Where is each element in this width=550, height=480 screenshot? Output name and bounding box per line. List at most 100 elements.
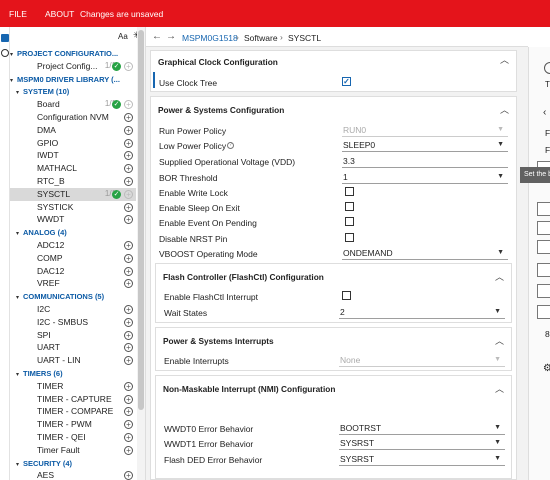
flash-ded-select[interactable]: SYSRST ▼ bbox=[339, 453, 505, 466]
tree-item-timer-pwm[interactable]: TIMER - PWM + bbox=[10, 418, 136, 431]
add-icon[interactable]: + bbox=[124, 151, 133, 161]
use-clock-tree-checkbox[interactable]: ✓ bbox=[342, 77, 351, 86]
vboost-select[interactable]: ONDEMAND ▼ bbox=[342, 247, 508, 260]
tree-group-analog[interactable]: ▾ ANALOG (4) bbox=[10, 226, 136, 239]
tree-item-spi[interactable]: SPI + bbox=[10, 329, 136, 342]
tree-item-adc12[interactable]: ADC12 + bbox=[10, 239, 136, 252]
add-icon[interactable]: + bbox=[124, 471, 133, 480]
add-icon[interactable]: + bbox=[124, 61, 133, 71]
tree-item-gpio[interactable]: GPIO + bbox=[10, 137, 136, 150]
tree-item-timer[interactable]: TIMER + bbox=[10, 380, 136, 393]
add-icon[interactable]: + bbox=[124, 164, 133, 174]
panel-box[interactable] bbox=[537, 263, 550, 277]
add-icon[interactable]: + bbox=[124, 394, 133, 404]
panel-box[interactable] bbox=[537, 240, 550, 254]
tree-item-aes[interactable]: AES + bbox=[10, 469, 136, 480]
tree-item-rtc-b[interactable]: RTC_B + bbox=[10, 175, 136, 188]
tree-group-timer[interactable]: ▾ TIMERS (6) bbox=[10, 367, 136, 380]
add-icon[interactable]: + bbox=[124, 445, 133, 455]
tree-item-systick[interactable]: SYSTICK + bbox=[10, 201, 136, 214]
tree-item-timer-compare[interactable]: TIMER - COMPARE + bbox=[10, 405, 136, 418]
collapse-chevron-icon[interactable]: ︿ bbox=[495, 270, 504, 283]
collapse-chevron-icon[interactable]: ︿ bbox=[500, 53, 509, 66]
write-lock-checkbox[interactable] bbox=[345, 187, 354, 196]
add-icon[interactable]: + bbox=[124, 433, 133, 442]
tree-scroll-thumb[interactable] bbox=[138, 30, 144, 410]
tree-group-comms[interactable]: ▾ COMMUNICATIONS (5) bbox=[10, 290, 136, 303]
tree-item-uart-lin[interactable]: UART - LIN + bbox=[10, 354, 136, 367]
about-menu[interactable]: ABOUT bbox=[45, 9, 74, 19]
add-icon[interactable]: + bbox=[124, 215, 133, 225]
add-icon[interactable]: + bbox=[124, 330, 133, 340]
add-icon[interactable]: + bbox=[124, 381, 133, 391]
tree-item-wwdt[interactable]: WWDT + bbox=[10, 213, 136, 226]
bor-threshold-select[interactable]: 1 ▼ bbox=[342, 171, 508, 184]
add-icon[interactable]: + bbox=[124, 317, 133, 327]
tree-item-dac12[interactable]: DAC12 + bbox=[10, 265, 136, 278]
tree-item-sysctl[interactable]: SYSCTL 1/1 ✓ + bbox=[10, 187, 136, 201]
add-icon[interactable]: + bbox=[124, 138, 133, 148]
chevron-left-icon[interactable]: ‹ bbox=[543, 107, 546, 118]
panel-box[interactable] bbox=[537, 284, 550, 298]
tree-item-timer-capture[interactable]: TIMER - CAPTURE + bbox=[10, 393, 136, 406]
tree-group-project[interactable]: ▾ PROJECT CONFIGURATIO... bbox=[10, 47, 136, 60]
vdd-input[interactable]: 3.3 bbox=[342, 155, 508, 168]
flashctl-interrupt-checkbox[interactable] bbox=[342, 291, 351, 300]
add-icon[interactable]: + bbox=[124, 189, 133, 199]
help-icon[interactable]: ? bbox=[227, 142, 234, 149]
add-icon[interactable]: + bbox=[124, 343, 133, 353]
wwdt0-select[interactable]: BOOTRST ▼ bbox=[339, 422, 505, 435]
collapse-chevron-icon[interactable]: ︿ bbox=[495, 334, 504, 347]
tree-item-project-config[interactable]: Project Config... 1/1 ✓ + bbox=[10, 60, 136, 73]
breadcrumb-device[interactable]: MSPM0G1518 bbox=[182, 33, 238, 43]
sleep-on-exit-checkbox[interactable] bbox=[345, 202, 354, 211]
add-icon[interactable]: + bbox=[124, 279, 133, 289]
tree-group-system[interactable]: ▾ SYSTEM (10) bbox=[10, 85, 136, 98]
add-icon[interactable]: + bbox=[124, 356, 133, 366]
tree-item-uart[interactable]: UART + bbox=[10, 341, 136, 354]
tree-item-comp[interactable]: COMP + bbox=[10, 252, 136, 265]
tree-item-board[interactable]: Board 1/1 ✓ + bbox=[10, 98, 136, 111]
match-case-button[interactable]: Aa bbox=[118, 32, 128, 41]
add-icon[interactable]: + bbox=[124, 420, 133, 430]
add-icon[interactable]: + bbox=[124, 177, 133, 186]
disable-nrst-checkbox[interactable] bbox=[345, 233, 354, 242]
gear-icon[interactable]: ⚙ bbox=[543, 363, 550, 374]
tree-group-security[interactable]: ▾ SECURITY (4) bbox=[10, 457, 136, 470]
tree-item-configuration-nvm[interactable]: Configuration NVM + bbox=[10, 111, 136, 124]
forward-arrow-icon[interactable]: → bbox=[166, 31, 176, 42]
add-icon[interactable]: + bbox=[124, 125, 133, 135]
wwdt1-select[interactable]: SYSRST ▼ bbox=[339, 437, 505, 450]
breadcrumb-section[interactable]: Software bbox=[244, 33, 278, 43]
panel-box[interactable] bbox=[537, 221, 550, 235]
tree-item-i2c-smbus[interactable]: I2C - SMBUS + bbox=[10, 316, 136, 329]
tree-item-vref[interactable]: VREF + bbox=[10, 277, 136, 290]
run-power-policy-select[interactable]: RUN0 ▼ bbox=[342, 124, 508, 137]
add-icon[interactable]: + bbox=[124, 253, 133, 263]
back-arrow-icon[interactable]: ← bbox=[152, 31, 162, 42]
wait-states-select[interactable]: 2 ▼ bbox=[339, 306, 505, 319]
tree-item-iwdt[interactable]: IWDT + bbox=[10, 149, 136, 162]
event-on-pending-checkbox[interactable] bbox=[345, 217, 354, 226]
add-icon[interactable]: + bbox=[124, 100, 133, 110]
file-menu[interactable]: FILE bbox=[9, 9, 27, 19]
add-icon[interactable]: + bbox=[124, 241, 133, 250]
panel-box[interactable] bbox=[537, 305, 550, 319]
enable-interrupts-select[interactable]: None ▼ bbox=[339, 354, 505, 367]
tree-item-i2c[interactable]: I2C + bbox=[10, 303, 136, 316]
tree-item-mathacl[interactable]: MATHACL + bbox=[10, 162, 136, 175]
panel-box[interactable] bbox=[537, 202, 550, 216]
tree-item-dma[interactable]: DMA + bbox=[10, 124, 136, 137]
info-icon[interactable] bbox=[544, 62, 550, 74]
add-icon[interactable]: + bbox=[124, 266, 133, 276]
tree-item-timer-fault[interactable]: Timer Fault + bbox=[10, 444, 136, 457]
low-power-policy-select[interactable]: SLEEP0 ▼ bbox=[342, 139, 508, 152]
collapse-chevron-icon[interactable]: ︿ bbox=[500, 103, 509, 116]
add-icon[interactable]: + bbox=[124, 202, 133, 212]
add-icon[interactable]: + bbox=[124, 113, 133, 122]
add-icon[interactable]: + bbox=[124, 305, 133, 314]
tree-item-timer-qei[interactable]: TIMER - QEI + bbox=[10, 431, 136, 444]
collapse-chevron-icon[interactable]: ︿ bbox=[495, 382, 504, 395]
tree-group-library[interactable]: ▾ MSPM0 DRIVER LIBRARY (... bbox=[10, 73, 136, 86]
add-icon[interactable]: + bbox=[124, 407, 133, 417]
